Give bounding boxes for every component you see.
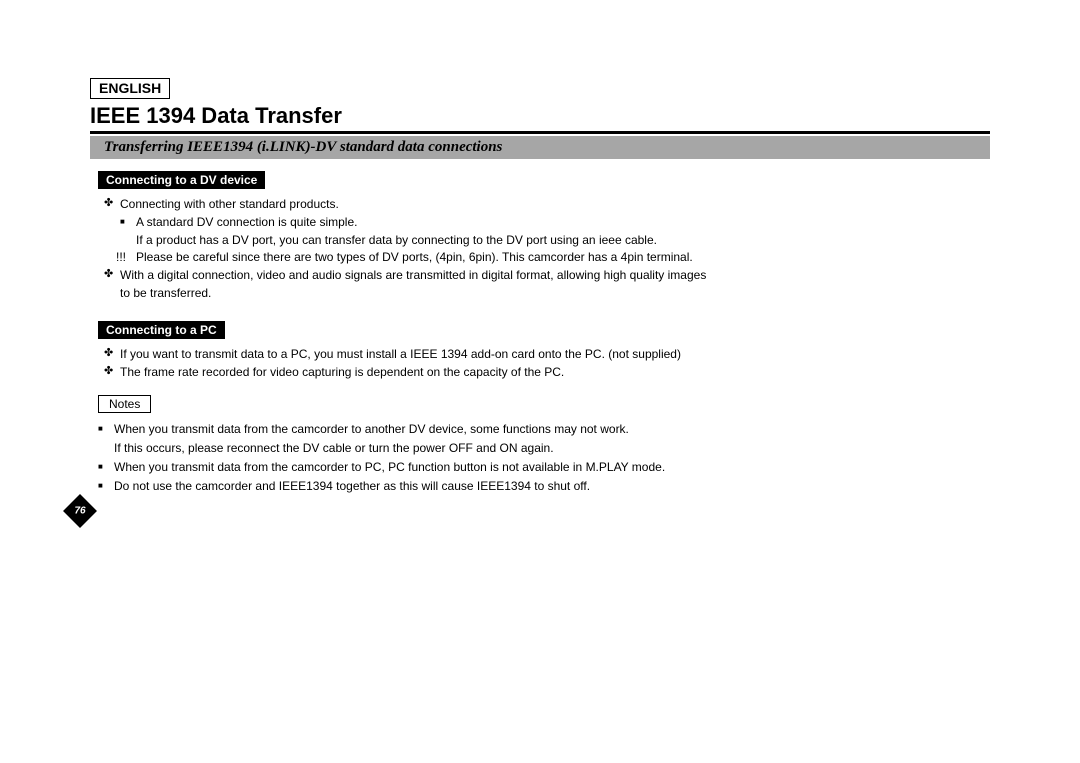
note-item: Do not use the camcorder and IEEE1394 to… <box>90 478 990 495</box>
bullet-lvl1-cont: to be transferred. <box>90 285 990 302</box>
section-heading-pc: Connecting to a PC <box>98 321 225 339</box>
bullet-lvl2-cont: If a product has a DV port, you can tran… <box>90 232 990 249</box>
notes-body: When you transmit data from the camcorde… <box>90 421 990 494</box>
manual-page: ENGLISH IEEE 1394 Data Transfer Transfer… <box>0 0 1080 763</box>
language-badge: ENGLISH <box>90 78 170 99</box>
page-title: IEEE 1394 Data Transfer <box>90 103 990 134</box>
page-number: 76 <box>74 506 85 517</box>
note-cont: If this occurs, please reconnect the DV … <box>90 440 990 457</box>
note-item: When you transmit data from the camcorde… <box>90 459 990 476</box>
bullet-lvl1: With a digital connection, video and aud… <box>90 267 990 284</box>
bullet-lvl1: The frame rate recorded for video captur… <box>90 364 990 381</box>
section-pc-body: If you want to transmit data to a PC, yo… <box>90 346 990 381</box>
note-item: When you transmit data from the camcorde… <box>90 421 990 438</box>
bullet-lvl1: Connecting with other standard products. <box>90 196 990 213</box>
notes-label: Notes <box>98 395 151 413</box>
section-dv-body: Connecting with other standard products.… <box>90 196 990 302</box>
bullet-warning: Please be careful since there are two ty… <box>90 249 990 266</box>
section-heading-dv: Connecting to a DV device <box>98 171 265 189</box>
page-number-badge: 76 <box>63 494 97 528</box>
bullet-lvl1: If you want to transmit data to a PC, yo… <box>90 346 990 363</box>
subtitle-bar: Transferring IEEE1394 (i.LINK)-DV standa… <box>90 136 990 159</box>
bullet-lvl2: A standard DV connection is quite simple… <box>90 214 990 231</box>
